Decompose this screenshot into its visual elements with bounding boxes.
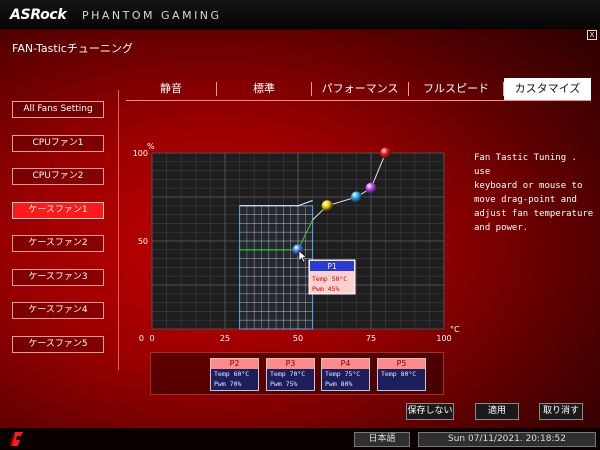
point-temp: Temp 80°C [381,370,417,378]
discard-button[interactable]: 保存しない [406,403,454,420]
x-tick-label: 0 [149,334,154,343]
datetime-display: Sun 07/11/2021. 20:18:52 [418,432,596,447]
curve-point-p2 [321,200,333,212]
point-card-p4[interactable]: P4 Temp 75°C Pwm 80% [321,358,370,391]
point-card-p3[interactable]: P3 Temp 70°C Pwm 75% [266,358,315,391]
help-text: Fan Tastic Tuning . use keyboard or mous… [474,153,594,233]
tooltip-title: P1 [327,262,336,271]
curve-point-p5 [380,147,392,159]
curve-point-p4 [365,182,377,194]
point-tooltip: P1 Temp 50°C Pwm 45% [308,259,356,295]
point-temp: Temp 60°C [214,370,250,378]
point-temp: Temp 70°C [270,370,306,378]
phantom-gaming-logo-icon [10,432,23,446]
cancel-button[interactable]: 取り消す [539,403,583,420]
point-card-p5[interactable]: P5 Temp 80°C [377,358,426,391]
x-axis-label: °C [450,325,460,334]
point-name: P3 [267,359,314,369]
y-tick-label: 50 [138,237,148,246]
point-pwm: Pwm 70% [214,380,242,388]
point-temp: Temp 75°C [325,370,361,378]
x-tick-label: 50 [293,334,303,343]
x-tick-label: 100 [436,334,451,343]
y-axis-label: % [147,142,155,151]
point-pwm: Pwm 80% [325,380,353,388]
language-button[interactable]: 日本語 [354,432,410,447]
tooltip-temp: Temp 50°C [312,275,347,283]
point-name: P5 [378,359,425,369]
point-card-p2[interactable]: P2 Temp 60°C Pwm 70% [210,358,259,391]
point-pwm: Pwm 75% [270,380,298,388]
point-name: P4 [322,359,369,369]
y-tick-label: 0 [139,334,144,343]
apply-button[interactable]: 適用 [475,403,519,420]
selection-box [239,205,314,330]
tooltip-pwm: Pwm 45% [312,285,339,293]
curve-point-p3 [350,191,362,203]
y-tick-label: 100 [133,149,148,158]
point-name: P2 [211,359,258,369]
x-tick-label: 25 [220,334,230,343]
x-tick-label: 75 [366,334,376,343]
